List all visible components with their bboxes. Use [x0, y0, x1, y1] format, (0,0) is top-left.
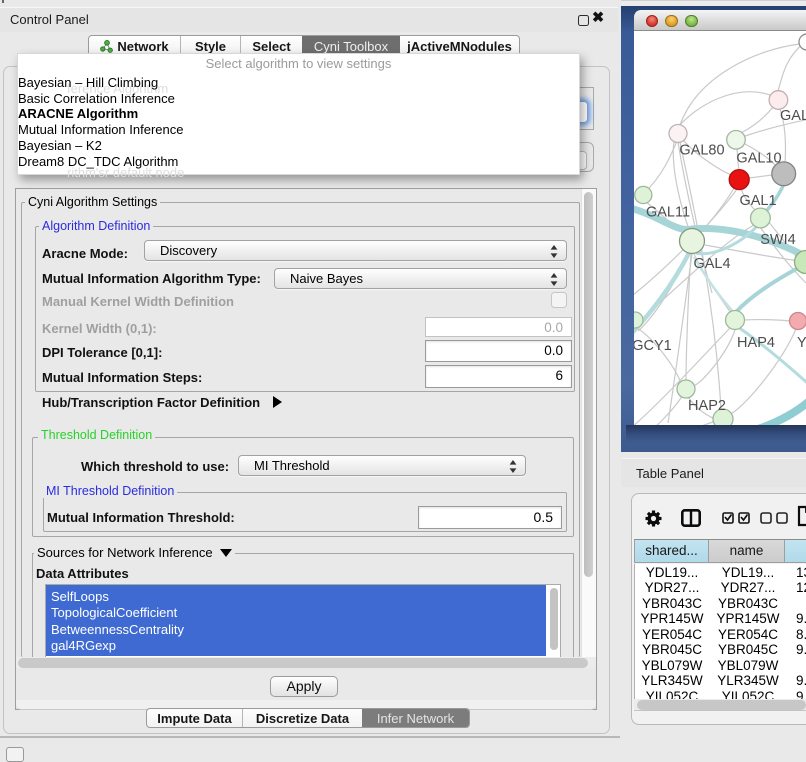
svg-text:GAL7: GAL7 — [780, 108, 806, 124]
svg-text:GAL11: GAL11 — [646, 205, 690, 221]
svg-text:YB: YB — [797, 335, 806, 351]
svg-text:GAL4: GAL4 — [693, 256, 730, 272]
svg-text:HAP2: HAP2 — [688, 398, 726, 414]
svg-text:SWI4: SWI4 — [760, 232, 795, 248]
svg-text:GAL1: GAL1 — [739, 193, 776, 209]
svg-text:GCY1: GCY1 — [634, 338, 672, 354]
svg-text:GAL80: GAL80 — [679, 143, 724, 159]
svg-text:HAP4: HAP4 — [737, 335, 775, 351]
svg-text:GAL10: GAL10 — [736, 151, 781, 167]
